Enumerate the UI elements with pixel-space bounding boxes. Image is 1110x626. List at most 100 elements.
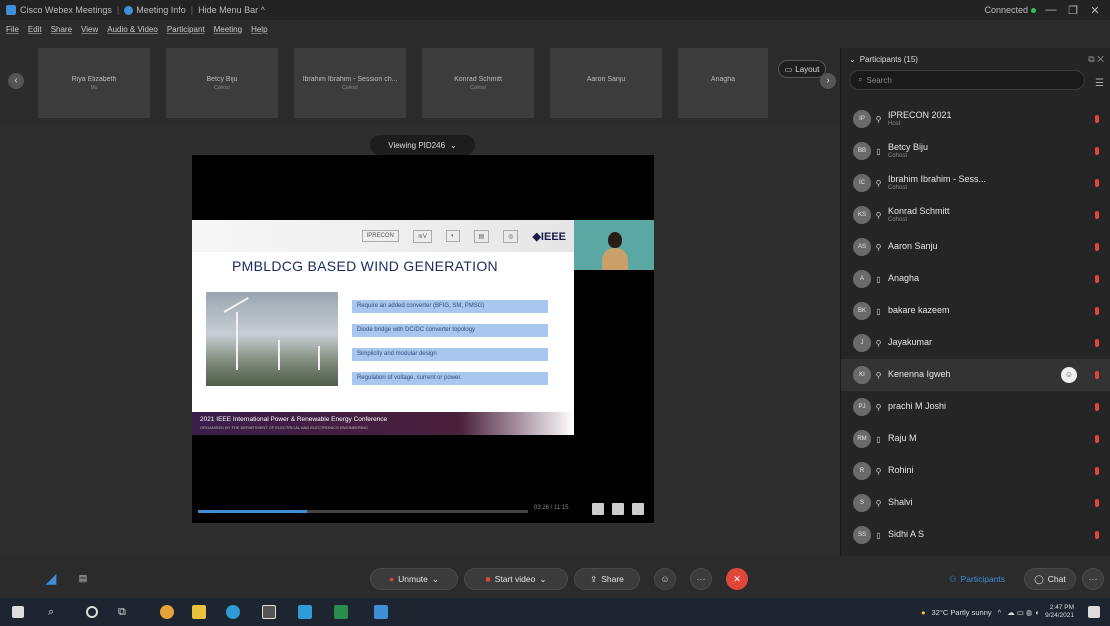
thumbnail-tile[interactable]: Betcy Biju Cohost xyxy=(166,48,278,118)
slide-logo-ieee-text: IEEE xyxy=(540,230,566,243)
mic-muted-icon[interactable] xyxy=(1095,275,1099,283)
unmute-button[interactable]: ● Unmute ⌄ xyxy=(370,568,458,590)
avatar: A xyxy=(853,270,871,288)
mic-muted-icon[interactable] xyxy=(1095,467,1099,475)
mic-muted-icon[interactable] xyxy=(1095,115,1099,123)
participant-row[interactable]: KI ⚲ Kenenna Igweh ☺ xyxy=(841,359,1110,391)
clock-date: 9/24/2021 xyxy=(1045,612,1074,619)
mic-muted-icon[interactable] xyxy=(1095,403,1099,411)
share-button[interactable]: ⇪ Share xyxy=(574,568,640,590)
meeting-info-link[interactable]: Meeting Info xyxy=(136,5,186,15)
participant-row[interactable]: KS ⚲ Konrad Schmitt Cohost xyxy=(841,199,1110,231)
thumbnail-tile[interactable]: Konrad Schmitt Cohost xyxy=(422,48,534,118)
task-view-icon[interactable]: ⧉ xyxy=(118,605,132,619)
participant-row[interactable]: IP ⚲ IPRECON 2021 Host xyxy=(841,103,1110,135)
mic-muted-icon[interactable] xyxy=(1095,243,1099,251)
thumbnail-tile[interactable]: Ibrahim Ibrahim - Session ch... Cohost xyxy=(294,48,406,118)
thumbnail-tile[interactable]: Aaron Sanju xyxy=(550,48,662,118)
excel-icon[interactable] xyxy=(334,605,348,619)
close-icon[interactable]: ✕ xyxy=(1088,4,1102,17)
mic-icon: ⚲ xyxy=(875,498,882,508)
tray-chevron-icon[interactable]: ^ xyxy=(998,608,1002,617)
menu-view[interactable]: View xyxy=(81,25,98,34)
maximize-icon[interactable]: ❐ xyxy=(1066,4,1080,17)
mic-muted-icon[interactable] xyxy=(1095,147,1099,155)
hide-menu-bar-link[interactable]: Hide Menu Bar ^ xyxy=(198,5,265,15)
reactions-icon[interactable]: ☺ xyxy=(654,568,676,590)
participant-search-input[interactable]: ⌕ Search xyxy=(849,70,1085,90)
windows-start-icon[interactable] xyxy=(12,606,24,618)
chat-button[interactable]: ◯ Chat xyxy=(1024,568,1076,590)
settings-icon[interactable] xyxy=(612,503,624,515)
participant-info: prachi M Joshi xyxy=(888,401,946,412)
panel-more-icon[interactable]: ··· xyxy=(1082,568,1104,590)
slide-title: PMBLDCG BASED WIND GENERATION xyxy=(232,258,498,274)
weather-text[interactable]: 32°C Partly sunny xyxy=(932,608,992,617)
participant-row[interactable]: AS ⚲ Aaron Sanju xyxy=(841,231,1110,263)
chrome-icon[interactable] xyxy=(160,605,174,619)
turbine-tower xyxy=(236,312,238,370)
webex-taskbar-icon[interactable] xyxy=(374,605,388,619)
participant-name: Raju M xyxy=(888,433,917,444)
mic-muted-icon[interactable] xyxy=(1095,499,1099,507)
presenter-head xyxy=(608,232,622,248)
viewing-dropdown[interactable]: Viewing PID246 ⌄ xyxy=(370,135,475,155)
chevron-down-icon[interactable]: ⌄ xyxy=(849,55,856,64)
minimize-icon[interactable]: — xyxy=(1044,4,1058,16)
menu-share[interactable]: Share xyxy=(51,25,72,34)
slide-logo-graphic: ▤ xyxy=(473,229,490,243)
participants-button[interactable]: ⚇ Participants xyxy=(934,568,1020,590)
notepad-icon[interactable] xyxy=(262,605,276,619)
captions-toggle-icon[interactable]: ▤ xyxy=(72,568,94,590)
participant-row[interactable]: R ⚲ Rohini xyxy=(841,455,1110,487)
participant-row[interactable]: J ⚲ Jayakumar xyxy=(841,327,1110,359)
participant-row[interactable]: PJ ⚲ prachi M Joshi xyxy=(841,391,1110,423)
participant-row[interactable]: S ⚲ Shalvi xyxy=(841,487,1110,519)
menu-help[interactable]: Help xyxy=(251,25,267,34)
mic-muted-icon[interactable] xyxy=(1095,531,1099,539)
more-options-icon[interactable]: ··· xyxy=(690,568,712,590)
participant-row[interactable]: A ▯ Anagha xyxy=(841,263,1110,295)
file-explorer-icon[interactable] xyxy=(192,605,206,619)
mic-muted-icon[interactable] xyxy=(1095,211,1099,219)
menu-participant[interactable]: Participant xyxy=(167,25,205,34)
notification-icon[interactable] xyxy=(1088,606,1100,618)
cortana-icon[interactable] xyxy=(86,606,98,618)
strip-prev-icon[interactable]: ‹ xyxy=(8,73,24,89)
store-icon[interactable] xyxy=(298,605,312,619)
participant-row[interactable]: BK ▯ bakare kazeem xyxy=(841,295,1110,327)
thumbnail-name: Ibrahim Ibrahim - Session ch... xyxy=(302,76,398,83)
edge-icon[interactable] xyxy=(226,605,240,619)
mic-muted-icon[interactable] xyxy=(1095,435,1099,443)
participant-row[interactable]: IC ⚲ Ibrahim Ibrahim - Sess... Cohost xyxy=(841,167,1110,199)
list-options-icon[interactable]: ☰ xyxy=(1095,78,1104,89)
mic-muted-icon[interactable] xyxy=(1095,179,1099,187)
phone-icon: ▯ xyxy=(876,306,881,316)
webex-assistant-icon[interactable]: ◢ xyxy=(40,568,62,590)
participant-row[interactable]: BB ▯ Betcy Biju Cohost xyxy=(841,135,1110,167)
menu-audio-video[interactable]: Audio & Video xyxy=(107,25,158,34)
start-video-button[interactable]: ■ Start video ⌄ xyxy=(464,568,568,590)
thumbnail-tile[interactable]: Riya Elizabeth Ms xyxy=(38,48,150,118)
participant-row[interactable]: SS ▯ Sidhi A S xyxy=(841,519,1110,551)
clock[interactable]: 2:47 PM 9/24/2021 xyxy=(1045,604,1074,621)
menu-file[interactable]: File xyxy=(6,25,19,34)
captions-icon[interactable] xyxy=(592,503,604,515)
tray-icons: ☁ ▭ ◍ ◖ xyxy=(1007,607,1040,617)
participant-row[interactable]: RM ▯ Raju M xyxy=(841,423,1110,455)
search-icon[interactable]: ⌕ xyxy=(48,605,62,619)
mic-muted-icon[interactable] xyxy=(1095,371,1099,379)
layout-icon: ▭ xyxy=(784,64,793,74)
participant-role: Cohost xyxy=(888,216,908,223)
fullscreen-icon[interactable] xyxy=(632,503,644,515)
phone-icon: ▯ xyxy=(876,530,881,540)
mic-muted-icon[interactable] xyxy=(1095,307,1099,315)
thumbnail-tile[interactable]: Anagha xyxy=(678,48,768,118)
layout-button[interactable]: ▭ Layout xyxy=(778,60,826,78)
end-meeting-icon[interactable]: ✕ xyxy=(726,568,748,590)
mic-muted-icon[interactable] xyxy=(1095,339,1099,347)
menu-edit[interactable]: Edit xyxy=(28,25,42,34)
panel-close-icon[interactable]: ⧉ ✕ xyxy=(1088,54,1104,65)
video-progress-bar[interactable] xyxy=(198,510,528,513)
menu-meeting[interactable]: Meeting xyxy=(214,25,242,34)
